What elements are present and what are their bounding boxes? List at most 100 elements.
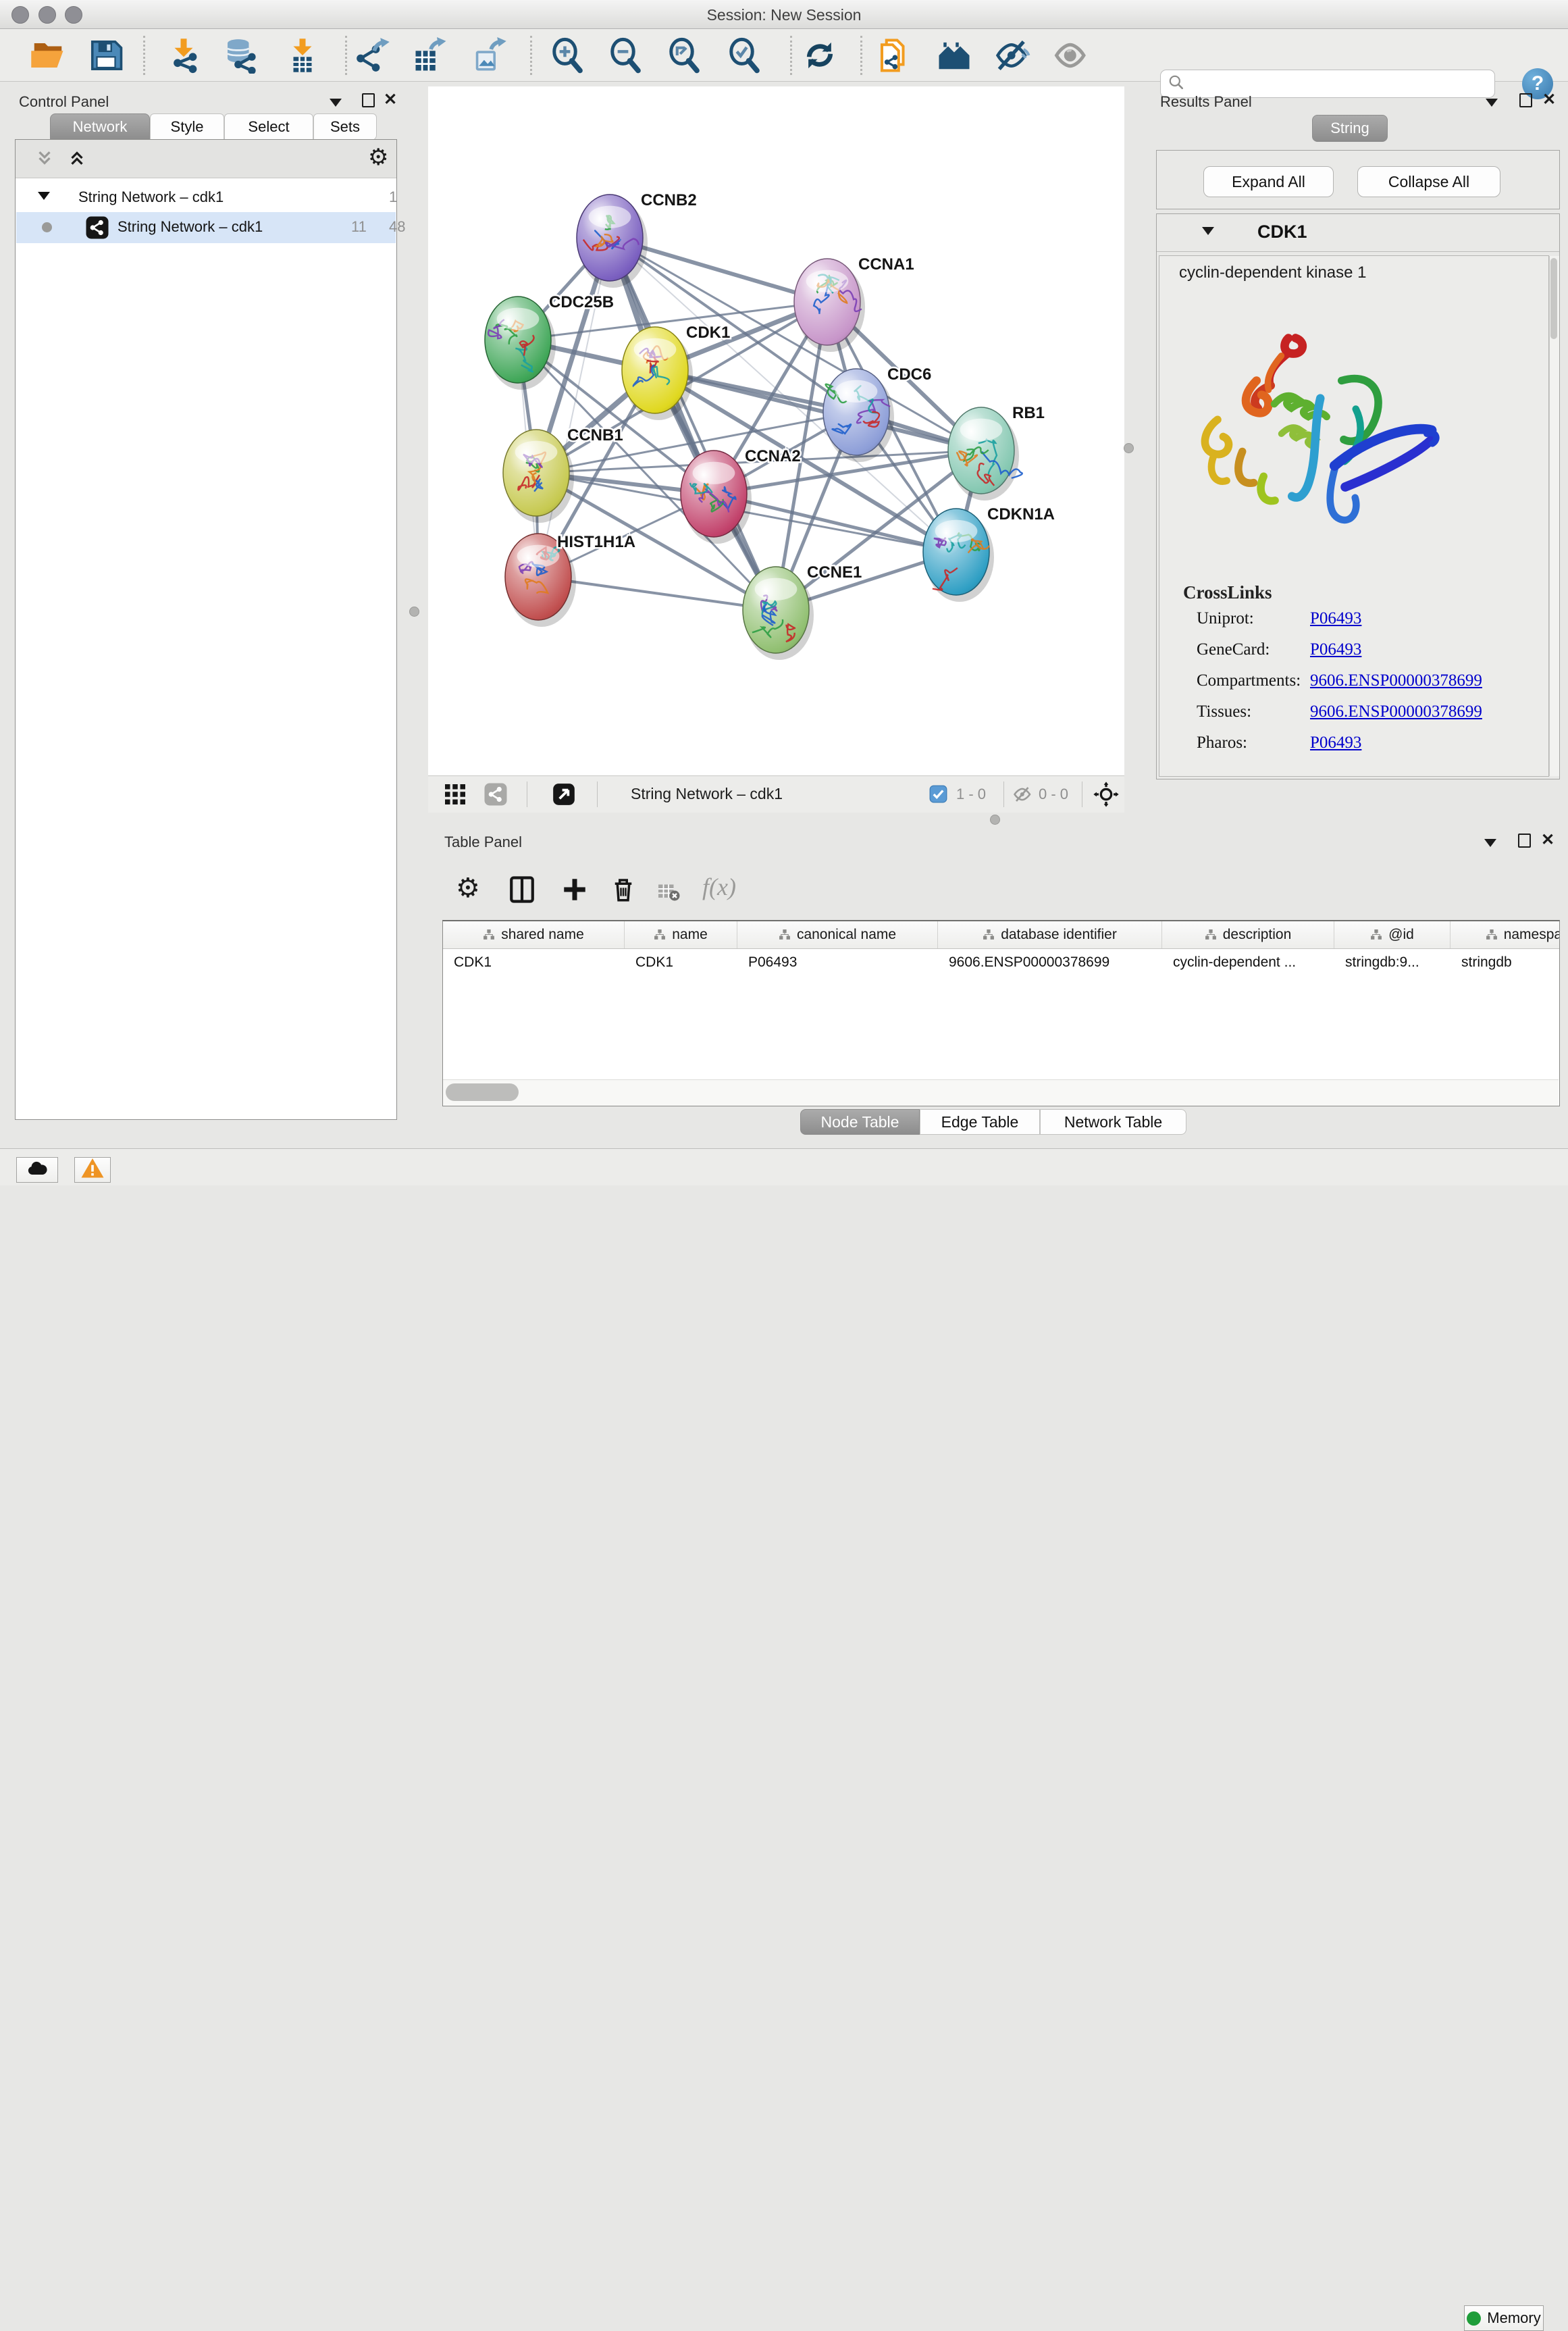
search-icon [1168,74,1185,95]
column-header--id[interactable]: @id [1334,921,1451,948]
table-cell[interactable]: stringdb:9... [1334,949,1451,976]
import-network-from-database-icon[interactable] [221,37,258,74]
graph-edge-CDK1-RB1[interactable] [655,370,981,451]
results-scrollbar-thumb[interactable] [1550,258,1557,339]
table-hscrollbar[interactable] [443,1079,1559,1106]
collection-expand-icon[interactable] [38,192,50,200]
export-table-icon[interactable] [413,37,449,74]
delete-table-icon [656,879,681,907]
crosslink-link[interactable]: P06493 [1310,640,1361,659]
column-header-canonical-name[interactable]: canonical name [737,921,938,948]
table-hscrollbar-thumb[interactable] [446,1083,519,1101]
save-session-icon[interactable] [88,37,124,74]
zoom-out-icon[interactable] [608,37,644,74]
float-panel-icon[interactable] [330,99,342,107]
graph-edge-CCNB2-HIST1H1A[interactable] [538,238,610,577]
column-header-description[interactable]: description [1162,921,1334,948]
table-options-gear-icon[interactable]: ⚙ [456,873,480,904]
show-hidden-icon [1053,37,1090,74]
zoom-fit-icon[interactable] [667,37,703,74]
title-bar: Session: New Session [0,0,1568,29]
table-cell[interactable]: P06493 [737,949,938,976]
delete-column-trash-icon[interactable] [609,875,637,907]
close-panel-icon[interactable]: ✕ [1542,93,1556,107]
crosslink-link[interactable]: 9606.ENSP00000378699 [1310,671,1482,690]
toolbar-separator [345,36,347,75]
graph-node-label-CCNA2: CCNA2 [745,447,801,465]
search-input[interactable] [1185,75,1478,93]
left-splitter-handle[interactable] [409,607,419,617]
close-panel-icon[interactable]: ✕ [1541,834,1554,847]
tab-select[interactable]: Select [224,113,313,140]
column-header-namespace[interactable]: namespace [1451,921,1560,948]
crosslink-link[interactable]: 9606.ENSP00000378699 [1310,702,1482,721]
table-cell[interactable]: CDK1 [625,949,737,976]
maximize-panel-icon[interactable] [362,93,375,107]
tab-edge-table[interactable]: Edge Table [920,1109,1040,1135]
column-header-shared-name[interactable]: shared name [443,921,625,948]
crosslinks-title: CrossLinks [1183,582,1272,603]
selected-checkbox-icon[interactable] [929,785,947,806]
network-canvas[interactable]: CCNB2CCNA1CDC25BCDK1CDC6RB1CCNB1CCNA2CDK… [428,86,1124,775]
expand-all-button[interactable]: Expand All [1203,166,1334,197]
table-row[interactable]: CDK1CDK1P064939606.ENSP00000378699cyclin… [443,949,1559,976]
protein-description: cyclin-dependent kinase 1 [1179,263,1367,282]
show-columns-icon[interactable] [508,875,536,907]
detach-view-icon[interactable] [551,782,577,811]
divider [1157,251,1559,252]
table-cell[interactable]: cyclin-dependent ... [1162,949,1334,976]
crosslink-label: Pharos: [1197,734,1247,752]
collapse-all-button[interactable]: Collapse All [1357,166,1500,197]
tab-network-table[interactable]: Network Table [1040,1109,1186,1135]
zoom-in-icon[interactable] [550,37,586,74]
status-bar: Memory [0,1148,1568,1185]
network-row[interactable]: String Network – cdk1 11 48 [16,212,396,243]
table-cell[interactable]: 9606.ENSP00000378699 [938,949,1162,976]
network-collection-row[interactable]: String Network – cdk1 1 [16,184,396,212]
add-column-icon[interactable] [560,875,589,907]
import-network-from-file-icon[interactable] [165,37,202,74]
table-cell[interactable]: stringdb [1451,949,1560,976]
tab-sets[interactable]: Sets [313,113,377,140]
zoom-selected-icon[interactable] [727,37,763,74]
column-header-name[interactable]: name [625,921,737,948]
maximize-panel-icon[interactable] [1519,93,1532,107]
crosslink-link[interactable]: P06493 [1310,734,1361,752]
maximize-panel-icon[interactable] [1518,834,1531,848]
show-all-networks-icon[interactable] [936,37,972,74]
tab-node-table[interactable]: Node Table [800,1109,920,1135]
refresh-view-icon[interactable] [802,37,838,74]
close-panel-icon[interactable]: ✕ [384,93,397,107]
network-edge-count: 48 [389,218,405,236]
network-view-list-icon[interactable] [484,782,508,810]
float-panel-icon[interactable] [1486,99,1498,107]
open-session-icon[interactable] [30,37,66,74]
float-panel-icon[interactable] [1484,839,1496,847]
duplicate-network-view-icon[interactable] [876,37,912,74]
crosslink-link[interactable]: P06493 [1310,609,1361,628]
collection-name: String Network – cdk1 [78,188,224,206]
right-splitter-handle[interactable] [1124,443,1134,453]
birds-eye-view-icon[interactable] [1093,781,1120,811]
import-table-from-file-icon[interactable] [284,37,321,74]
memory-button[interactable]: Memory [1464,2305,1544,2331]
cloud-icon [25,1156,49,1184]
network-graph[interactable]: CCNB2CCNA1CDC25BCDK1CDC6RB1CCNB1CCNA2CDK… [428,86,1124,775]
grid-view-icon[interactable] [443,782,467,810]
export-image-icon[interactable] [471,37,508,74]
hide-selected-icon[interactable] [995,37,1031,74]
cloud-button[interactable] [16,1157,58,1183]
warnings-button[interactable] [74,1157,111,1183]
tab-network[interactable]: Network [50,113,150,140]
graph-edge-CCNB2-CCNE1[interactable] [610,238,776,610]
warning-icon [80,1156,105,1184]
view-toolbar-separator [1003,782,1004,807]
protein-structure-image [1175,312,1459,552]
table-cell[interactable]: CDK1 [443,949,625,976]
export-network-icon[interactable] [355,37,391,74]
tab-style[interactable]: Style [150,113,224,140]
tab-string[interactable]: String [1312,115,1388,142]
bottom-splitter-handle[interactable] [990,815,1000,825]
column-header-database-identifier[interactable]: database identifier [938,921,1162,948]
protein-section-expand-icon[interactable] [1202,227,1214,235]
